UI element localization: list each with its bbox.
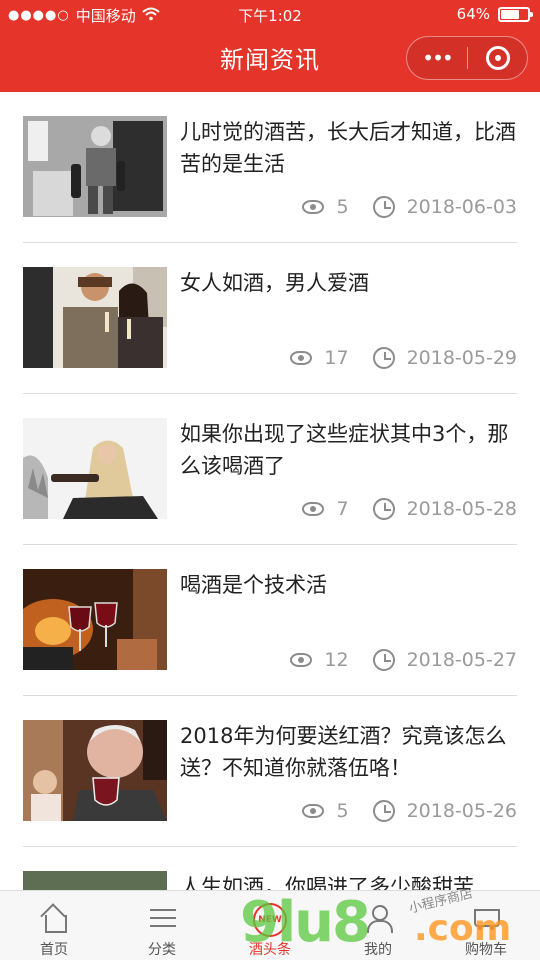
user-icon — [362, 903, 394, 933]
news-thumbnail — [23, 569, 167, 670]
news-list: 儿时觉的酒苦，长大后才知道，比酒苦的是生活 5 2018-06-03 女人如酒，… — [0, 92, 540, 890]
top-bar: ●●●●○ 中国移动 下午1:02 64% 新闻资讯 ••• — [0, 0, 540, 92]
views-count: 12 — [324, 649, 349, 671]
news-meta: 5 2018-05-26 — [302, 800, 517, 822]
tab-label: 酒头条 — [249, 942, 291, 958]
home-icon — [38, 903, 70, 933]
battery-icon — [498, 6, 533, 22]
news-meta: 7 2018-05-28 — [302, 498, 517, 520]
news-item[interactable]: 喝酒是个技术活 12 2018-05-27 — [0, 545, 540, 696]
tab-label: 购物车 — [465, 942, 507, 958]
miniprogram-capsule: ••• — [406, 36, 528, 80]
status-right: 64% — [456, 5, 533, 23]
close-target-icon — [485, 46, 510, 70]
clock-icon — [372, 498, 395, 520]
views-count: 5 — [336, 196, 349, 218]
tab-label: 我的 — [364, 942, 392, 958]
cart-icon — [470, 903, 502, 933]
close-button[interactable] — [468, 37, 527, 79]
news-thumbnail — [23, 418, 167, 519]
views-icon — [302, 502, 325, 516]
views-icon — [290, 351, 313, 365]
views-icon — [302, 200, 325, 214]
news-item[interactable]: 2018年为何要送红酒？究竟该怎么送？不知道你就落伍咯！ 5 2018-05-2… — [0, 696, 540, 847]
more-icon: ••• — [422, 46, 453, 70]
news-meta: 12 2018-05-27 — [290, 649, 517, 671]
clock-icon — [372, 649, 395, 671]
views-count: 5 — [336, 800, 349, 822]
news-item[interactable]: 人生如酒，你喝进了多少酸甜苦 — [0, 847, 540, 890]
more-button[interactable]: ••• — [407, 37, 467, 79]
news-item[interactable]: 儿时觉的酒苦，长大后才知道，比酒苦的是生活 5 2018-06-03 — [0, 92, 540, 243]
news-item[interactable]: 女人如酒，男人爱酒 17 2018-05-29 — [0, 243, 540, 394]
news-thumbnail — [23, 871, 167, 890]
clock-icon — [372, 196, 395, 218]
news-thumbnail — [23, 116, 167, 217]
new-badge-icon: NEW — [253, 903, 287, 937]
news-date: 2018-05-26 — [406, 800, 517, 822]
news-title: 如果你出现了这些症状其中3个，那么该喝酒了 — [180, 422, 509, 478]
list-icon — [146, 903, 178, 933]
views-count: 17 — [324, 347, 349, 369]
news-title: 2018年为何要送红酒？究竟该怎么送？不知道你就落伍咯！ — [180, 724, 507, 780]
news-title: 儿时觉的酒苦，长大后才知道，比酒苦的是生活 — [180, 120, 516, 176]
news-title: 喝酒是个技术活 — [180, 573, 327, 597]
news-date: 2018-05-29 — [406, 347, 517, 369]
news-title: 人生如酒，你喝进了多少酸甜苦 — [180, 875, 474, 890]
news-meta: 17 2018-05-29 — [290, 347, 517, 369]
tab-news[interactable]: NEW 酒头条 — [216, 891, 324, 960]
tab-mine[interactable]: 我的 — [324, 891, 432, 960]
views-icon — [302, 804, 325, 818]
news-thumbnail — [23, 267, 167, 368]
tab-home[interactable]: 首页 — [0, 891, 108, 960]
tab-category[interactable]: 分类 — [108, 891, 216, 960]
news-date: 2018-05-28 — [406, 498, 517, 520]
battery-percent: 64% — [456, 5, 490, 23]
views-icon — [290, 653, 313, 667]
clock-icon — [372, 800, 395, 822]
tab-cart[interactable]: 购物车 — [432, 891, 540, 960]
views-count: 7 — [336, 498, 349, 520]
news-item[interactable]: 如果你出现了这些症状其中3个，那么该喝酒了 7 2018-05-28 — [0, 394, 540, 545]
news-date: 2018-05-27 — [406, 649, 517, 671]
tab-bar: 首页 分类 NEW 酒头条 我的 购物车 — [0, 890, 540, 960]
news-meta: 5 2018-06-03 — [302, 196, 517, 218]
news-thumbnail — [23, 720, 167, 821]
tab-label: 分类 — [148, 942, 176, 958]
news-title: 女人如酒，男人爱酒 — [180, 271, 369, 295]
tab-label: 首页 — [40, 942, 68, 958]
clock-icon — [372, 347, 395, 369]
status-bar: ●●●●○ 中国移动 下午1:02 64% — [0, 0, 540, 30]
news-date: 2018-06-03 — [406, 196, 517, 218]
